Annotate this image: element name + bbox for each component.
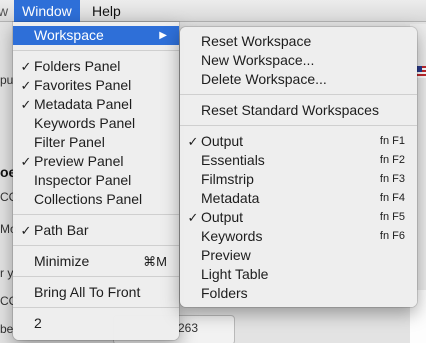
background-text-fragment: pu — [0, 73, 14, 87]
menu-item-label: Preview Panel — [34, 153, 124, 169]
menu-item-label: Folders Panel — [34, 58, 121, 74]
menu-item-label: Filter Panel — [34, 134, 105, 150]
checkmark-icon: ✓ — [187, 210, 199, 225]
menu-item-label: Metadata — [201, 190, 260, 206]
menu-item-label: Workspace — [34, 27, 104, 43]
menu-separator — [13, 50, 179, 51]
menu-separator — [180, 94, 417, 95]
workspace-submenu: Reset Workspace New Workspace... Delete … — [180, 27, 417, 307]
menu-item-label: Reset Workspace — [201, 33, 312, 49]
menu-item-keywords-panel[interactable]: Keywords Panel — [13, 114, 179, 133]
menu-separator — [13, 245, 179, 246]
submenu-item-reset-workspace[interactable]: Reset Workspace — [180, 32, 417, 51]
menu-item-shortcut: ⌘M — [143, 254, 167, 269]
submenu-item-metadata[interactable]: Metadata fn F4 — [180, 189, 417, 208]
menu-item-label: Collections Panel — [34, 191, 143, 207]
menu-item-label: Filmstrip — [201, 171, 254, 187]
menu-separator — [13, 276, 179, 277]
menu-item-label: Bring All To Front — [34, 284, 141, 300]
menu-item-label: 2 — [34, 315, 42, 331]
submenu-item-delete-workspace[interactable]: Delete Workspace... — [180, 70, 417, 89]
menu-item-shortcut: fn F1 — [379, 135, 405, 147]
menu-item-bring-all-to-front[interactable]: Bring All To Front — [13, 283, 179, 302]
checkmark-icon: ✓ — [20, 59, 32, 74]
menu-item-label: Output — [201, 133, 244, 149]
submenu-item-filmstrip[interactable]: Filmstrip fn F3 — [180, 170, 417, 189]
submenu-item-new-workspace[interactable]: New Workspace... — [180, 51, 417, 70]
background-text-fragment: be — [0, 322, 14, 336]
menu-item-label: Delete Workspace... — [201, 71, 327, 87]
flag-icon — [417, 66, 426, 78]
checkmark-icon: ✓ — [20, 97, 32, 112]
menu-item-label: Reset Standard Workspaces — [201, 102, 379, 118]
background-text-fragment: 263 — [178, 321, 199, 335]
checkmark-icon: ✓ — [187, 134, 199, 149]
menu-item-filter-panel[interactable]: Filter Panel — [13, 133, 179, 152]
menu-item-label: Path Bar — [34, 222, 89, 238]
menu-item-preview-panel[interactable]: ✓ Preview Panel — [13, 152, 179, 171]
menu-item-shortcut: fn F3 — [379, 173, 405, 185]
menu-item-shortcut: fn F4 — [379, 192, 405, 204]
menu-item-label: Output — [201, 209, 244, 225]
menu-item-path-bar[interactable]: ✓ Path Bar — [13, 221, 179, 240]
submenu-item-preview[interactable]: Preview — [180, 246, 417, 265]
menu-item-shortcut: fn F5 — [379, 211, 405, 223]
menu-item-metadata-panel[interactable]: ✓ Metadata Panel — [13, 95, 179, 114]
menu-item-label: Metadata Panel — [34, 96, 133, 112]
submenu-item-folders[interactable]: Folders — [180, 284, 417, 303]
menu-item-label: Folders — [201, 285, 248, 301]
menu-item-label: Minimize — [34, 253, 90, 269]
menu-item-shortcut: fn F2 — [379, 154, 405, 166]
background-text-fragment: r y — [0, 266, 14, 280]
menu-item-collections-panel[interactable]: Collections Panel — [13, 190, 179, 209]
menu-bar: w Window Help — [0, 0, 426, 22]
menu-item-label: Keywords Panel — [34, 115, 136, 131]
menubar-item-help[interactable]: Help — [84, 0, 129, 22]
menubar-item-window[interactable]: Window — [14, 0, 80, 22]
menu-item-label: Preview — [201, 247, 251, 263]
menu-item-label: Favorites Panel — [34, 77, 132, 93]
menu-separator — [13, 307, 179, 308]
menu-item-window-2[interactable]: 2 — [13, 314, 179, 333]
menu-separator — [13, 214, 179, 215]
menu-item-label: Essentials — [201, 152, 265, 168]
menu-item-label: New Workspace... — [201, 52, 315, 68]
menu-item-minimize[interactable]: Minimize ⌘M — [13, 252, 179, 271]
menu-item-shortcut: fn F6 — [379, 230, 405, 242]
menu-item-label: Keywords — [201, 228, 263, 244]
checkmark-icon: ✓ — [20, 223, 32, 238]
submenu-item-essentials[interactable]: Essentials fn F2 — [180, 151, 417, 170]
menu-item-label: Inspector Panel — [34, 172, 132, 188]
submenu-item-output-2[interactable]: ✓ Output fn F5 — [180, 208, 417, 227]
submenu-arrow-icon: ▶ — [159, 30, 167, 41]
submenu-item-output[interactable]: ✓ Output fn F1 — [180, 132, 417, 151]
checkmark-icon: ✓ — [20, 154, 32, 169]
submenu-item-keywords[interactable]: Keywords fn F6 — [180, 227, 417, 246]
checkmark-icon: ✓ — [20, 78, 32, 93]
menu-item-favorites-panel[interactable]: ✓ Favorites Panel — [13, 76, 179, 95]
menubar-item-partial[interactable]: w — [0, 0, 12, 22]
menu-item-inspector-panel[interactable]: Inspector Panel — [13, 171, 179, 190]
window-menu: Workspace ▶ ✓ Folders Panel ✓ Favorites … — [13, 22, 179, 340]
submenu-item-reset-standard-workspaces[interactable]: Reset Standard Workspaces — [180, 101, 417, 120]
menu-item-folders-panel[interactable]: ✓ Folders Panel — [13, 57, 179, 76]
submenu-item-light-table[interactable]: Light Table — [180, 265, 417, 284]
menu-item-workspace[interactable]: Workspace ▶ — [13, 26, 179, 45]
menu-item-label: Light Table — [201, 266, 269, 282]
menu-separator — [180, 125, 417, 126]
